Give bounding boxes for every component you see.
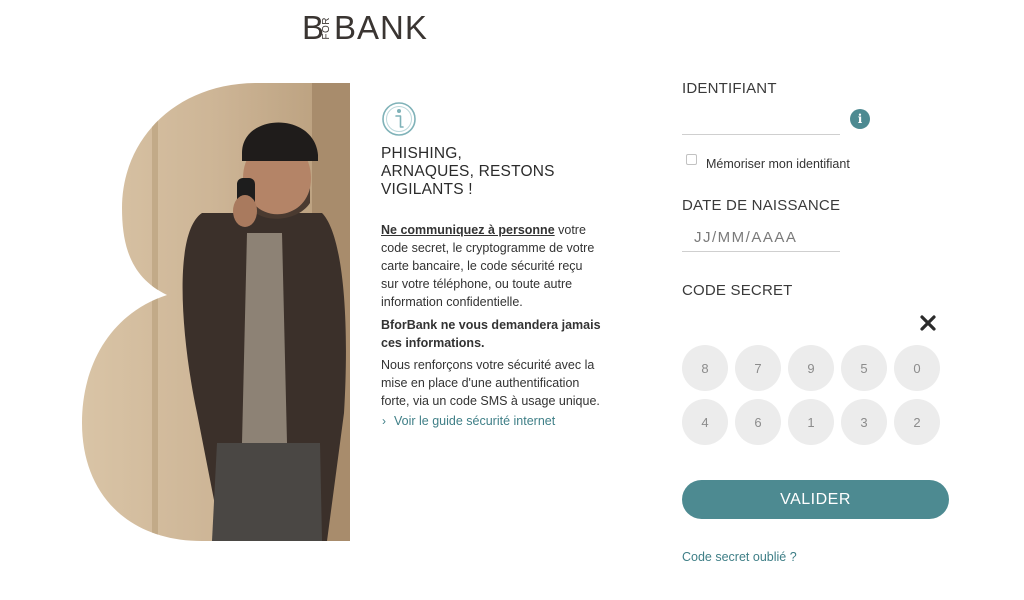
- keypad-key[interactable]: 6: [735, 399, 781, 445]
- info-circle-icon: [382, 102, 416, 136]
- remember-checkbox[interactable]: [686, 154, 697, 165]
- logo-bank: BANK: [334, 9, 428, 46]
- identifiant-label: IDENTIFIANT: [682, 80, 777, 97]
- logo-for: FOR: [321, 17, 333, 40]
- code-secret-label: CODE SECRET: [682, 282, 793, 299]
- warning-paragraph-1: Ne communiquez à personne votre code sec…: [381, 221, 601, 311]
- identifiant-info-icon[interactable]: i: [850, 109, 870, 129]
- chevron-right-icon: ›: [382, 414, 386, 428]
- security-warning-panel: PHISHING, ARNAQUES, RESTONS VIGILANTS ! …: [381, 101, 601, 428]
- warning-emphasis: Ne communiquez à personne: [381, 223, 555, 237]
- date-naissance-input[interactable]: [682, 224, 840, 252]
- keypad-key[interactable]: 5: [841, 345, 887, 391]
- keypad-key[interactable]: 2: [894, 399, 940, 445]
- warning-paragraph-3: Nous renforçons votre sécurité avec la m…: [381, 358, 600, 408]
- warning-paragraph-2: BforBank ne vous demandera jamais ces in…: [381, 318, 601, 350]
- security-guide-link-label: Voir le guide sécurité internet: [394, 414, 556, 428]
- security-guide-link[interactable]: › Voir le guide sécurité internet: [381, 414, 601, 428]
- identifiant-input[interactable]: [682, 108, 840, 135]
- remember-identifiant[interactable]: Mémoriser mon identifiant: [686, 148, 850, 171]
- keypad-key[interactable]: 7: [735, 345, 781, 391]
- bforbank-logo[interactable]: B FOR BANK: [302, 8, 428, 44]
- keypad-key[interactable]: 8: [682, 345, 728, 391]
- date-naissance-label: DATE DE NAISSANCE: [682, 197, 841, 214]
- login-form: IDENTIFIANT i Mémoriser mon identifiant …: [682, 0, 1002, 600]
- clear-code-icon[interactable]: [918, 313, 938, 333]
- keypad-key[interactable]: 0: [894, 345, 940, 391]
- valider-button[interactable]: VALIDER: [682, 480, 949, 519]
- forgot-code-link[interactable]: Code secret oublié ?: [682, 550, 797, 564]
- keypad-key[interactable]: 3: [841, 399, 887, 445]
- warning-title: PHISHING, ARNAQUES, RESTONS VIGILANTS !: [381, 145, 555, 198]
- remember-label[interactable]: Mémoriser mon identifiant: [706, 157, 850, 171]
- keypad-key[interactable]: 1: [788, 399, 834, 445]
- hero-photo: [82, 83, 350, 541]
- keypad-key[interactable]: 9: [788, 345, 834, 391]
- keypad-key[interactable]: 4: [682, 399, 728, 445]
